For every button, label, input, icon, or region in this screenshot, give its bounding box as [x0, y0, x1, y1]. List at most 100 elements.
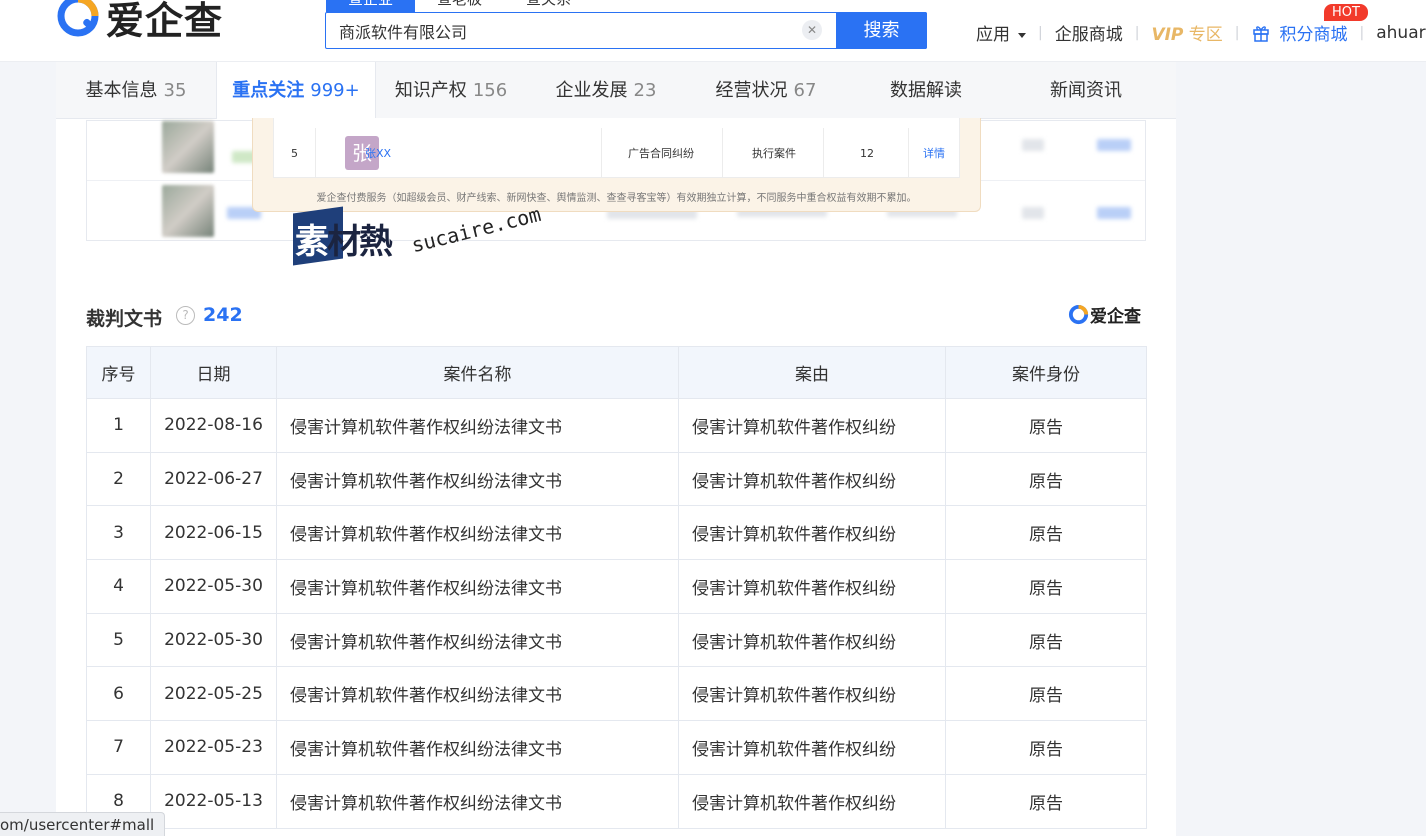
row-index: 2 — [86, 451, 151, 507]
row-cause: 侵害计算机软件著作权纠纷 — [678, 398, 946, 453]
row-role: 原告 — [945, 612, 1147, 668]
table-row: 4 2022-05-30 侵害计算机软件著作权纠纷法律文书 侵害计算机软件著作权… — [86, 559, 1147, 614]
case-name-link[interactable]: 侵害计算机软件著作权纠纷法律文书 — [276, 666, 679, 722]
row-cause: 侵害计算机软件著作权纠纷 — [678, 720, 946, 775]
enterprise-mall-link[interactable]: 企服商城 — [1055, 20, 1123, 45]
popup-count: 12 — [860, 147, 874, 160]
row-index: 6 — [86, 666, 151, 722]
case-name-link[interactable]: 侵害计算机软件著作权纠纷法律文书 — [276, 612, 679, 668]
table-row: 8 2022-05-13 侵害计算机软件著作权纠纷法律文书 侵害计算机软件著作权… — [86, 773, 1147, 829]
tab-ip[interactable]: 知识产权 156 — [376, 62, 526, 119]
top-header: 爱企查 查企业 查老板 查关系 ✕ 搜索 应用 | 企服商城 | VIP 专区 … — [0, 0, 1426, 62]
popup-case-type: 执行案件 — [752, 147, 796, 160]
vip-zone-label: 专区 — [1188, 25, 1223, 45]
user-menu[interactable]: ahuar — [1376, 23, 1425, 43]
table-row: 3 2022-06-15 侵害计算机软件著作权纠纷法律文书 侵害计算机软件著作权… — [86, 505, 1147, 561]
row-role: 原告 — [945, 666, 1147, 722]
tab-label: 基本信息 — [85, 80, 158, 101]
popup-detail-link[interactable]: 详情 — [923, 128, 945, 180]
row-date: 2022-05-30 — [150, 559, 277, 614]
apps-menu[interactable]: 应用 — [976, 20, 1026, 45]
case-name-link[interactable]: 侵害计算机软件著作权纠纷法律文书 — [276, 720, 679, 775]
apps-menu-label: 应用 — [976, 25, 1010, 45]
row-role: 原告 — [945, 451, 1147, 507]
row-date: 2022-05-30 — [150, 612, 277, 668]
case-name-link[interactable]: 侵害计算机软件著作权纠纷法律文书 — [276, 773, 679, 829]
case-name-link[interactable]: 侵害计算机软件著作权纠纷法律文书 — [276, 559, 679, 614]
main-panel: 基本信息 35 重点关注 999+ 知识产权 156 企业发展 23 经营状况 67 数据… — [56, 62, 1176, 836]
clear-icon[interactable]: ✕ — [802, 20, 822, 40]
points-mall-label: 积分商城 — [1279, 25, 1348, 45]
judgment-documents-table: 序号 日期 案件名称 案由 案件身份 1 2022-08-16 侵害计算机软件著… — [86, 346, 1147, 829]
popup-divider — [823, 128, 824, 178]
case-name-link[interactable]: 侵害计算机软件著作权纠纷法律文书 — [276, 505, 679, 561]
row-date: 2022-05-25 — [150, 666, 277, 722]
table-row: 6 2022-05-25 侵害计算机软件著作权纠纷法律文书 侵害计算机软件著作权… — [86, 666, 1147, 722]
table-row: 2 2022-06-27 侵害计算机软件著作权纠纷法律文书 侵害计算机软件著作权… — [86, 451, 1147, 507]
tab-key-focus[interactable]: 重点关注 999+ — [216, 62, 376, 119]
row-index: 1 — [86, 398, 151, 453]
col-header-cause: 案由 — [678, 346, 946, 399]
col-header-date: 日期 — [150, 346, 277, 399]
row-date: 2022-05-13 — [150, 773, 277, 829]
points-mall-link[interactable]: 积分商城 — [1252, 20, 1348, 45]
site-logo[interactable]: 爱企查 — [56, 0, 224, 43]
table-header-row: 序号 日期 案件名称 案由 案件身份 — [86, 346, 1147, 399]
tab-basic-info[interactable]: 基本信息 35 — [56, 62, 216, 119]
tab-count: 67 — [793, 80, 817, 101]
popup-cause: 广告合同纠纷 — [628, 147, 694, 160]
gift-icon — [1252, 25, 1269, 42]
popup-person-link[interactable]: 张XX — [365, 128, 391, 180]
logo-q-icon — [57, 0, 99, 37]
row-date: 2022-06-27 — [150, 451, 277, 507]
row-cause: 侵害计算机软件著作权纠纷 — [678, 451, 946, 507]
avatar — [162, 121, 214, 173]
blurred-text — [1022, 139, 1044, 151]
case-name-link[interactable]: 侵害计算机软件著作权纠纷法律文书 — [276, 451, 679, 507]
search-tab-boss[interactable]: 查老板 — [415, 0, 504, 12]
vip-zone-link[interactable]: VIP 专区 — [1151, 20, 1222, 45]
tab-news[interactable]: 新闻资讯 — [1006, 62, 1166, 119]
row-date: 2022-08-16 — [150, 398, 277, 453]
row-index: 7 — [86, 720, 151, 775]
logo-q-icon — [1068, 304, 1089, 324]
blurred-link — [1097, 139, 1131, 151]
tab-data-insight[interactable]: 数据解读 — [846, 62, 1006, 119]
search-input[interactable] — [326, 13, 836, 48]
logo-text: 爱企查 — [106, 0, 224, 43]
tab-label: 重点关注 — [232, 80, 305, 101]
tab-operations[interactable]: 经营状况 67 — [686, 62, 846, 119]
chevron-down-icon — [1018, 32, 1026, 38]
nav-divider: | — [1134, 24, 1140, 41]
membership-popup: 5 张 张XX 广告合同纠纷 执行案件 12 详情 爱企查付费服务（如超级会员、… — [252, 118, 981, 212]
row-role: 原告 — [945, 773, 1147, 829]
help-icon[interactable]: ? — [176, 306, 195, 325]
row-index: 3 — [86, 505, 151, 561]
case-name-link[interactable]: 侵害计算机软件著作权纠纷法律文书 — [276, 398, 679, 453]
popup-index: 5 — [291, 147, 298, 160]
tab-label: 企业发展 — [555, 80, 628, 101]
tab-label: 经营状况 — [715, 80, 788, 101]
row-role: 原告 — [945, 720, 1147, 775]
row-index: 4 — [86, 559, 151, 614]
section-title: 裁判文书 — [86, 308, 163, 330]
tab-label: 新闻资讯 — [1050, 80, 1122, 101]
watermark-zh: 素材熱 — [295, 214, 393, 263]
tab-count: 999+ — [310, 80, 360, 101]
row-index: 5 — [86, 612, 151, 668]
col-header-role: 案件身份 — [945, 346, 1147, 399]
search-button[interactable]: 搜索 — [836, 12, 927, 49]
row-role: 原告 — [945, 559, 1147, 614]
nav-divider: | — [1038, 24, 1043, 41]
header-nav: 应用 | 企服商城 | VIP 专区 | 积分商城 | ahuar — [976, 20, 1426, 46]
vip-label: VIP — [1151, 25, 1184, 45]
search-tab-company[interactable]: 查企业 — [326, 0, 416, 12]
row-role: 原告 — [945, 398, 1147, 453]
tab-label: 数据解读 — [890, 80, 962, 101]
search-tab-relation[interactable]: 查关系 — [504, 0, 593, 12]
tab-count: 35 — [163, 80, 187, 101]
row-cause: 侵害计算机软件著作权纠纷 — [678, 666, 946, 722]
tab-development[interactable]: 企业发展 23 — [526, 62, 686, 119]
popup-divider — [315, 128, 316, 178]
popup-note: 爱企查付费服务（如超级会员、财产线索、新网快查、舆情监测、查查寻客宝等）有效期独… — [316, 193, 917, 204]
